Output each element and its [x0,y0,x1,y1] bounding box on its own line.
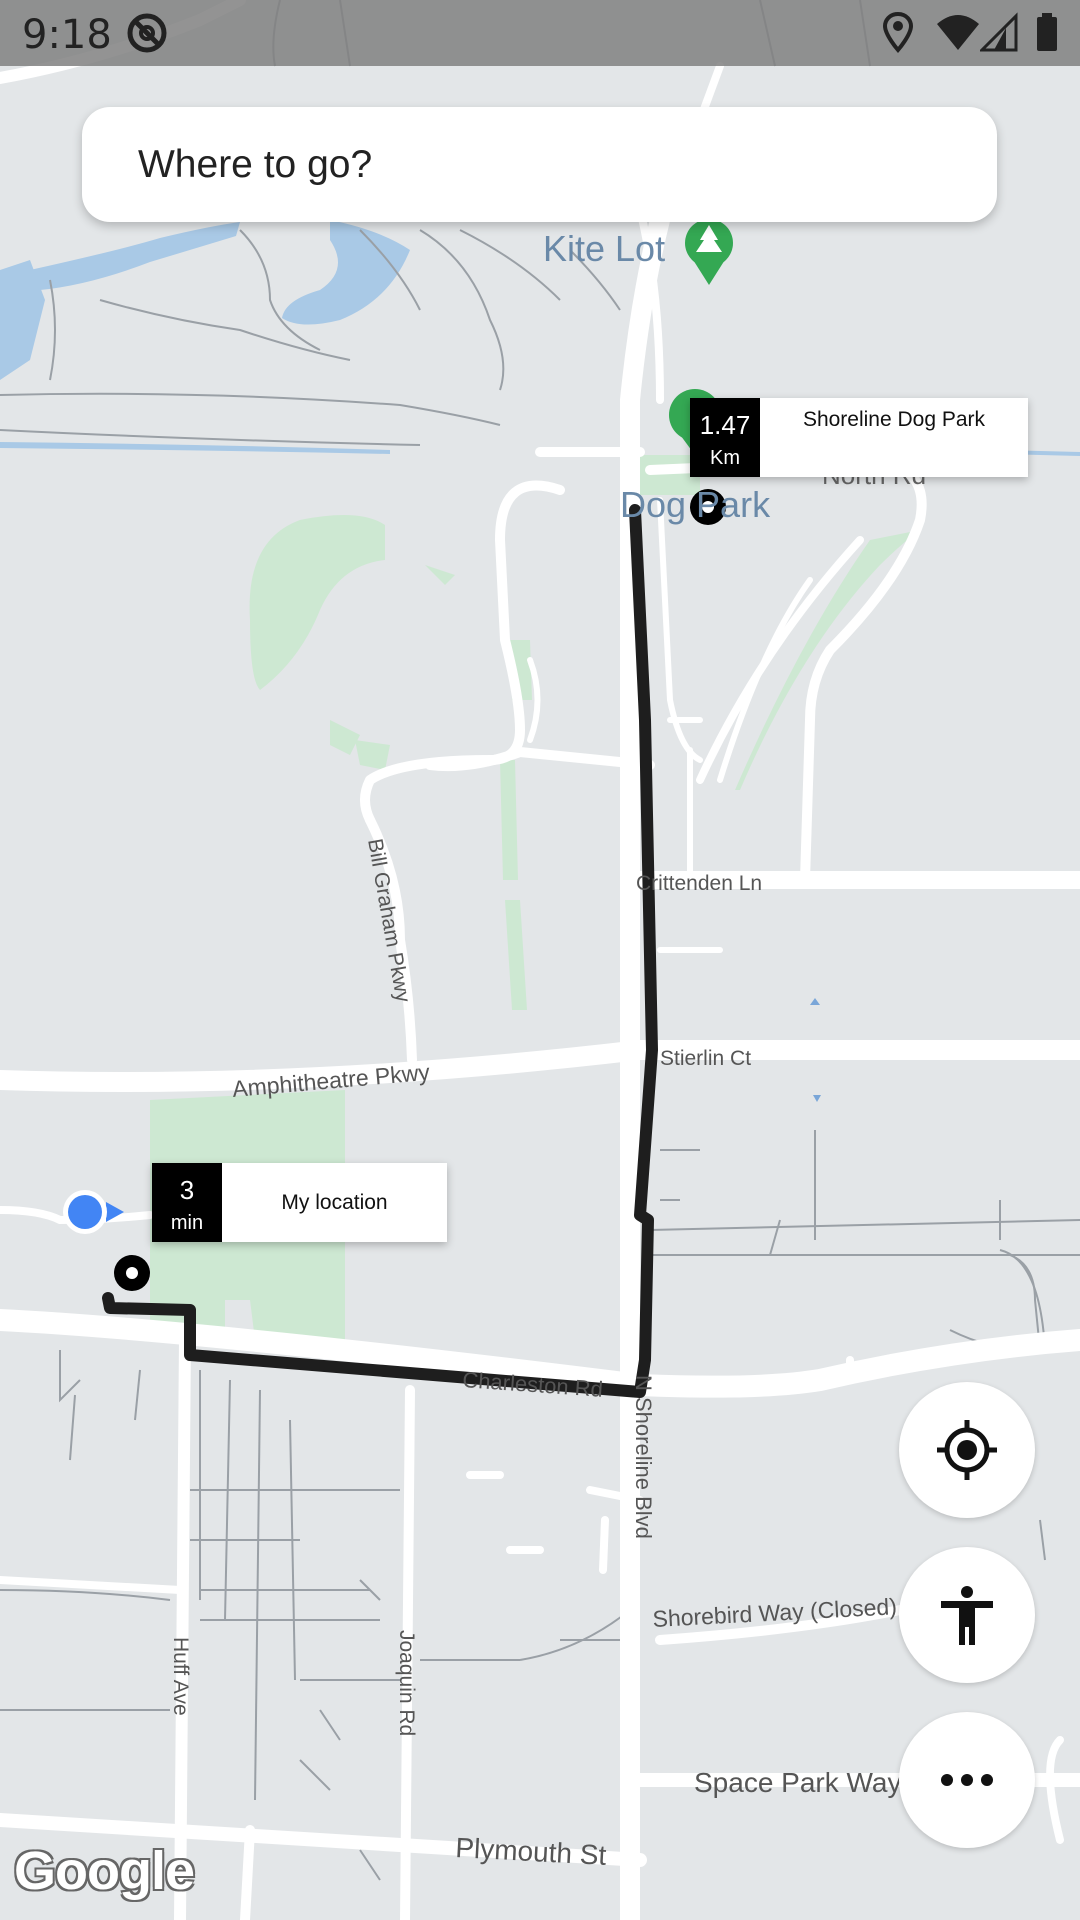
location-pin-icon [882,11,914,54]
eta-value: 3 [179,1175,195,1205]
recenter-button[interactable] [899,1382,1035,1518]
google-logo: Google [14,1841,195,1901]
distance-badge: 1.47 Km [690,398,760,477]
eta-badge: 3 min [152,1163,222,1242]
my-location-crosshair-icon [937,1420,997,1480]
distance-unit: Km [710,447,740,469]
distance-value: 1.47 [699,410,751,440]
map-label-joaquin-rd: Joaquin Rd [395,1630,418,1736]
destination-label: Shoreline Dog Park [802,408,986,431]
more-options-button[interactable] [899,1712,1035,1848]
wifi-icon [937,15,979,50]
accessibility-button[interactable] [899,1547,1035,1683]
status-time: 9:18 [22,12,112,58]
search-bar[interactable]: Where to go? [82,107,997,222]
status-bar: 9:18 [0,0,1080,66]
map-label-n-shoreline-blvd: N Shoreline Blvd [631,1375,656,1539]
accessibility-icon [941,1586,993,1645]
map-label-kite-lot: Kite Lot [543,228,665,269]
map-label-crittenden-ln: Crittenden Ln [636,872,762,895]
eta-unit: min [170,1212,204,1234]
origin-pin-icon[interactable] [114,1255,150,1291]
origin-label: My location [281,1191,388,1214]
cellular-signal-icon [980,12,1018,52]
destination-callout[interactable]: 1.47 Km Shoreline Dog Park [690,398,1028,477]
battery-icon [1037,13,1057,51]
origin-callout[interactable]: 3 min My location [152,1163,447,1242]
map-label-space-park-way: Space Park Way [694,1767,901,1798]
map-label-dog-park: Dog Park [620,484,771,525]
map-label-huff-ave: Huff Ave [169,1637,192,1716]
map-label-stierlin-ct: Stierlin Ct [660,1047,751,1070]
do-not-disturb-icon [127,13,167,53]
search-placeholder[interactable]: Where to go? [138,143,372,187]
more-horizontal-icon [941,1774,993,1786]
